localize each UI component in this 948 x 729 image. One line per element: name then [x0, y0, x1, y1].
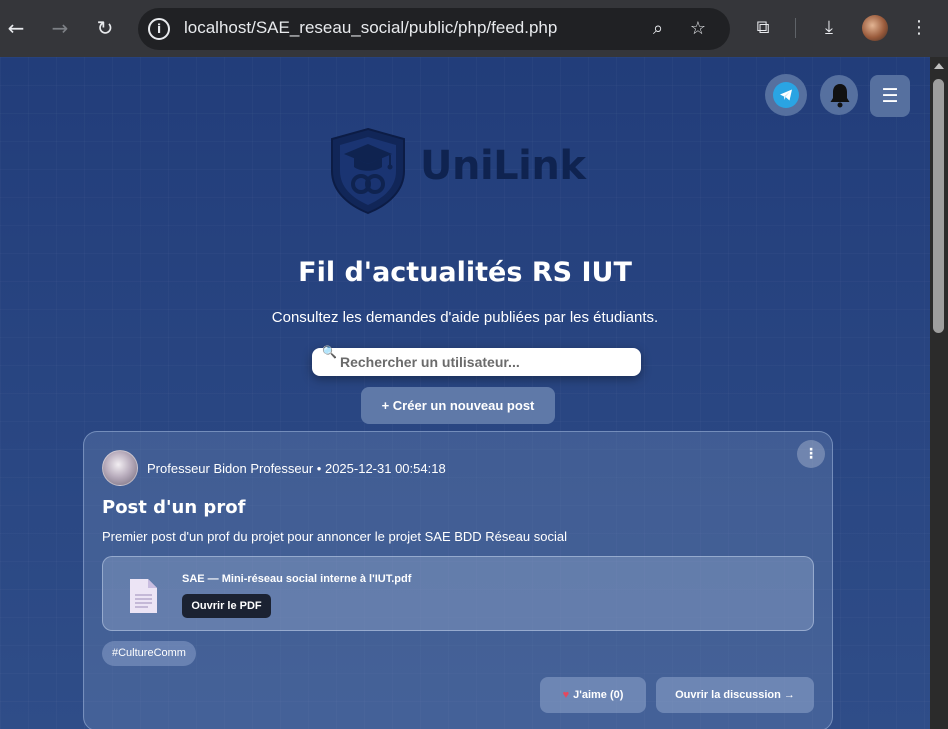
page-title: Fil d'actualités RS IUT [298, 257, 632, 288]
back-arrow-icon[interactable]: ← [2, 14, 30, 42]
page-scrollbar[interactable] [930, 57, 948, 729]
address-url[interactable]: localhost/SAE_reseau_social/public/php/f… [184, 18, 557, 38]
scroll-thumb[interactable] [933, 79, 944, 333]
author-avatar[interactable] [102, 450, 138, 486]
open-pdf-button[interactable]: Ouvrir le PDF [182, 594, 271, 618]
document-icon [130, 579, 157, 613]
post-options-button[interactable]: ⋮ [797, 440, 825, 468]
feed-page: ☰ UniLink Fil d'actualités RS IUT Consul… [0, 57, 930, 729]
profile-avatar[interactable] [862, 15, 888, 41]
notifications-button[interactable] [820, 75, 858, 115]
zoom-icon[interactable]: ⌕ [646, 17, 670, 41]
post-card: Professeur Bidon Professeur • 2025-12-31… [83, 431, 833, 729]
toolbar-divider [795, 18, 796, 38]
address-bar[interactable]: i localhost/SAE_reseau_social/public/php… [138, 8, 730, 50]
search-icon: 🔍 [322, 345, 337, 359]
user-search-box: 🔍 [312, 345, 641, 376]
user-search-input[interactable] [340, 352, 630, 372]
unilink-shield-logo-icon [331, 127, 405, 215]
reload-icon[interactable]: ↻ [91, 14, 119, 42]
bookmark-star-icon[interactable]: ☆ [686, 17, 710, 41]
brand-name: UniLink [420, 143, 586, 189]
hamburger-menu-button[interactable]: ☰ [870, 75, 910, 117]
page-subtitle: Consultez les demandes d'aide publiées p… [271, 309, 659, 326]
forward-arrow-icon[interactable]: → [46, 14, 74, 42]
post-meta: Professeur Bidon Professeur • 2025-12-31… [147, 461, 446, 476]
site-info-icon[interactable]: i [148, 18, 170, 40]
extensions-icon[interactable]: ⧉ [749, 14, 777, 42]
pdf-attachment: SAE — Mini-réseau social interne à l'IUT… [102, 556, 814, 631]
scroll-up-arrow-icon[interactable] [934, 63, 944, 69]
browser-toolbar: ← → ↻ i localhost/SAE_reseau_social/publ… [0, 0, 948, 57]
like-button[interactable]: ♥ J'aime (0) [540, 677, 646, 713]
bell-icon [830, 84, 850, 108]
open-discussion-button[interactable]: Ouvrir la discussion → [656, 677, 814, 713]
hashtag-chip[interactable]: #CultureComm [102, 641, 196, 666]
attachment-filename: SAE — Mini-réseau social interne à l'IUT… [182, 573, 412, 585]
like-label: J'aime (0) [573, 689, 624, 701]
post-title: Post d'un prof [102, 497, 246, 518]
heart-icon: ♥ [562, 689, 570, 701]
create-post-button[interactable]: + Créer un nouveau post [361, 387, 555, 424]
post-body: Premier post d'un prof du projet pour an… [102, 529, 567, 544]
browser-menu-icon[interactable]: ⋮ [905, 14, 933, 42]
telegram-icon [773, 82, 799, 108]
messages-button[interactable] [765, 74, 807, 116]
download-icon[interactable]: ⤓ [815, 14, 843, 42]
